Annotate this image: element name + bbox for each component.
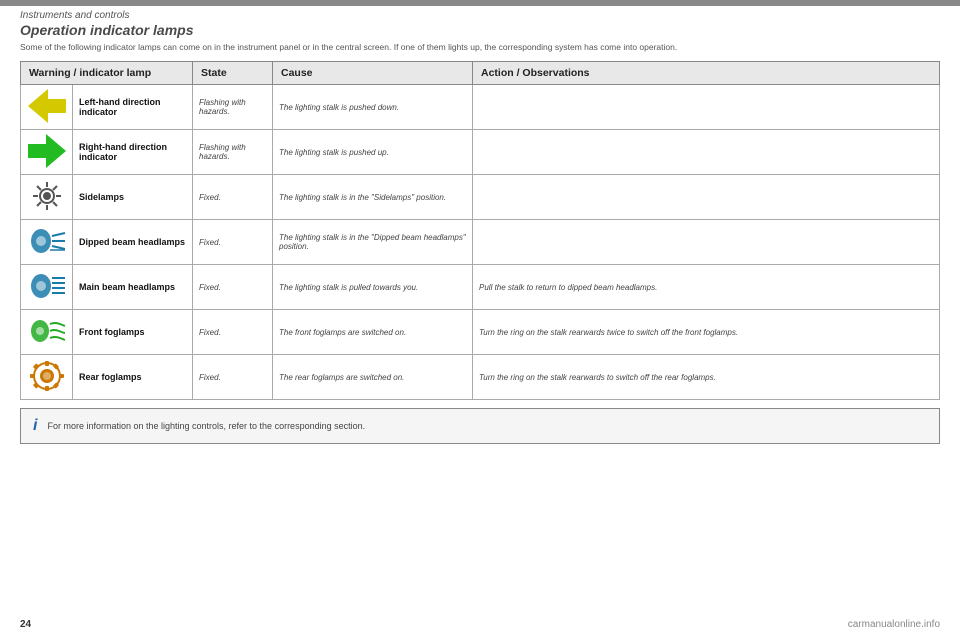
- table-row: Main beam headlamps Fixed. The lighting …: [21, 265, 940, 310]
- table-row: Right-hand direction indicator Flashing …: [21, 130, 940, 175]
- icon-cell: [21, 220, 73, 265]
- lamp-action: Turn the ring on the stalk rearwards to …: [473, 355, 940, 400]
- lamp-state: Fixed.: [193, 175, 273, 220]
- table-row: Sidelamps Fixed. The lighting stalk is i…: [21, 175, 940, 220]
- lamp-name: Dipped beam headlamps: [73, 220, 193, 265]
- dipped-beam-icon: [28, 224, 66, 258]
- lamp-state: Fixed.: [193, 265, 273, 310]
- lamp-action: [473, 85, 940, 130]
- lamp-action: [473, 130, 940, 175]
- col-icon: Warning / indicator lamp: [21, 62, 193, 85]
- info-icon: i: [33, 417, 37, 435]
- lamp-cause: The lighting stalk is in the "Sidelamps"…: [273, 175, 473, 220]
- page-title: Operation indicator lamps: [20, 22, 940, 38]
- indicator-table: Warning / indicator lamp State Cause Act…: [20, 61, 940, 400]
- table-row: Dipped beam headlamps Fixed. The lightin…: [21, 220, 940, 265]
- watermark: carmanualonline.info: [848, 619, 940, 630]
- right-arrow-icon: [28, 134, 66, 168]
- lamp-name: Main beam headlamps: [73, 265, 193, 310]
- lamp-state: Fixed.: [193, 220, 273, 265]
- main-content: Operation indicator lamps Some of the fo…: [20, 22, 940, 610]
- lamp-name: Right-hand direction indicator: [73, 130, 193, 175]
- front-foglamps-icon: [28, 314, 66, 348]
- sidelamps-icon: [28, 179, 66, 213]
- icon-cell: [21, 355, 73, 400]
- header-bar: [0, 0, 960, 6]
- table-row: Rear foglamps Fixed. The rear foglamps a…: [21, 355, 940, 400]
- icon-cell: [21, 85, 73, 130]
- icon-cell: [21, 175, 73, 220]
- lamp-name: Left-hand direction indicator: [73, 85, 193, 130]
- lamp-name: Front foglamps: [73, 310, 193, 355]
- lamp-cause: The front foglamps are switched on.: [273, 310, 473, 355]
- col-action: Action / Observations: [473, 62, 940, 85]
- lamp-cause: The lighting stalk is in the "Dipped bea…: [273, 220, 473, 265]
- section-header: Instruments and controls: [20, 10, 130, 21]
- lamp-cause: The lighting stalk is pulled towards you…: [273, 265, 473, 310]
- lamp-state: Fixed.: [193, 355, 273, 400]
- col-state: State: [193, 62, 273, 85]
- lamp-name: Rear foglamps: [73, 355, 193, 400]
- lamp-action: [473, 220, 940, 265]
- lamp-cause: The lighting stalk is pushed up.: [273, 130, 473, 175]
- info-text: For more information on the lighting con…: [47, 421, 365, 431]
- lamp-cause: The rear foglamps are switched on.: [273, 355, 473, 400]
- col-cause: Cause: [273, 62, 473, 85]
- lamp-state: Flashing with hazards.: [193, 130, 273, 175]
- section-title-label: Instruments and controls: [20, 10, 130, 21]
- lamp-cause: The lighting stalk is pushed down.: [273, 85, 473, 130]
- left-arrow-icon: [28, 89, 66, 123]
- lamp-action: Turn the ring on the stalk rearwards twi…: [473, 310, 940, 355]
- icon-cell: [21, 310, 73, 355]
- lamp-state: Fixed.: [193, 310, 273, 355]
- rear-foglamps-icon: [28, 359, 66, 393]
- lamp-action: Pull the stalk to return to dipped beam …: [473, 265, 940, 310]
- section-description: Some of the following indicator lamps ca…: [20, 42, 940, 53]
- page-number: 24: [20, 619, 31, 630]
- lamp-name: Sidelamps: [73, 175, 193, 220]
- icon-cell: [21, 265, 73, 310]
- icon-cell: [21, 130, 73, 175]
- table-row: Front foglamps Fixed. The front foglamps…: [21, 310, 940, 355]
- info-box: i For more information on the lighting c…: [20, 408, 940, 444]
- table-row: Left-hand direction indicator Flashing w…: [21, 85, 940, 130]
- main-beam-icon: [28, 269, 66, 303]
- lamp-state: Flashing with hazards.: [193, 85, 273, 130]
- lamp-action: [473, 175, 940, 220]
